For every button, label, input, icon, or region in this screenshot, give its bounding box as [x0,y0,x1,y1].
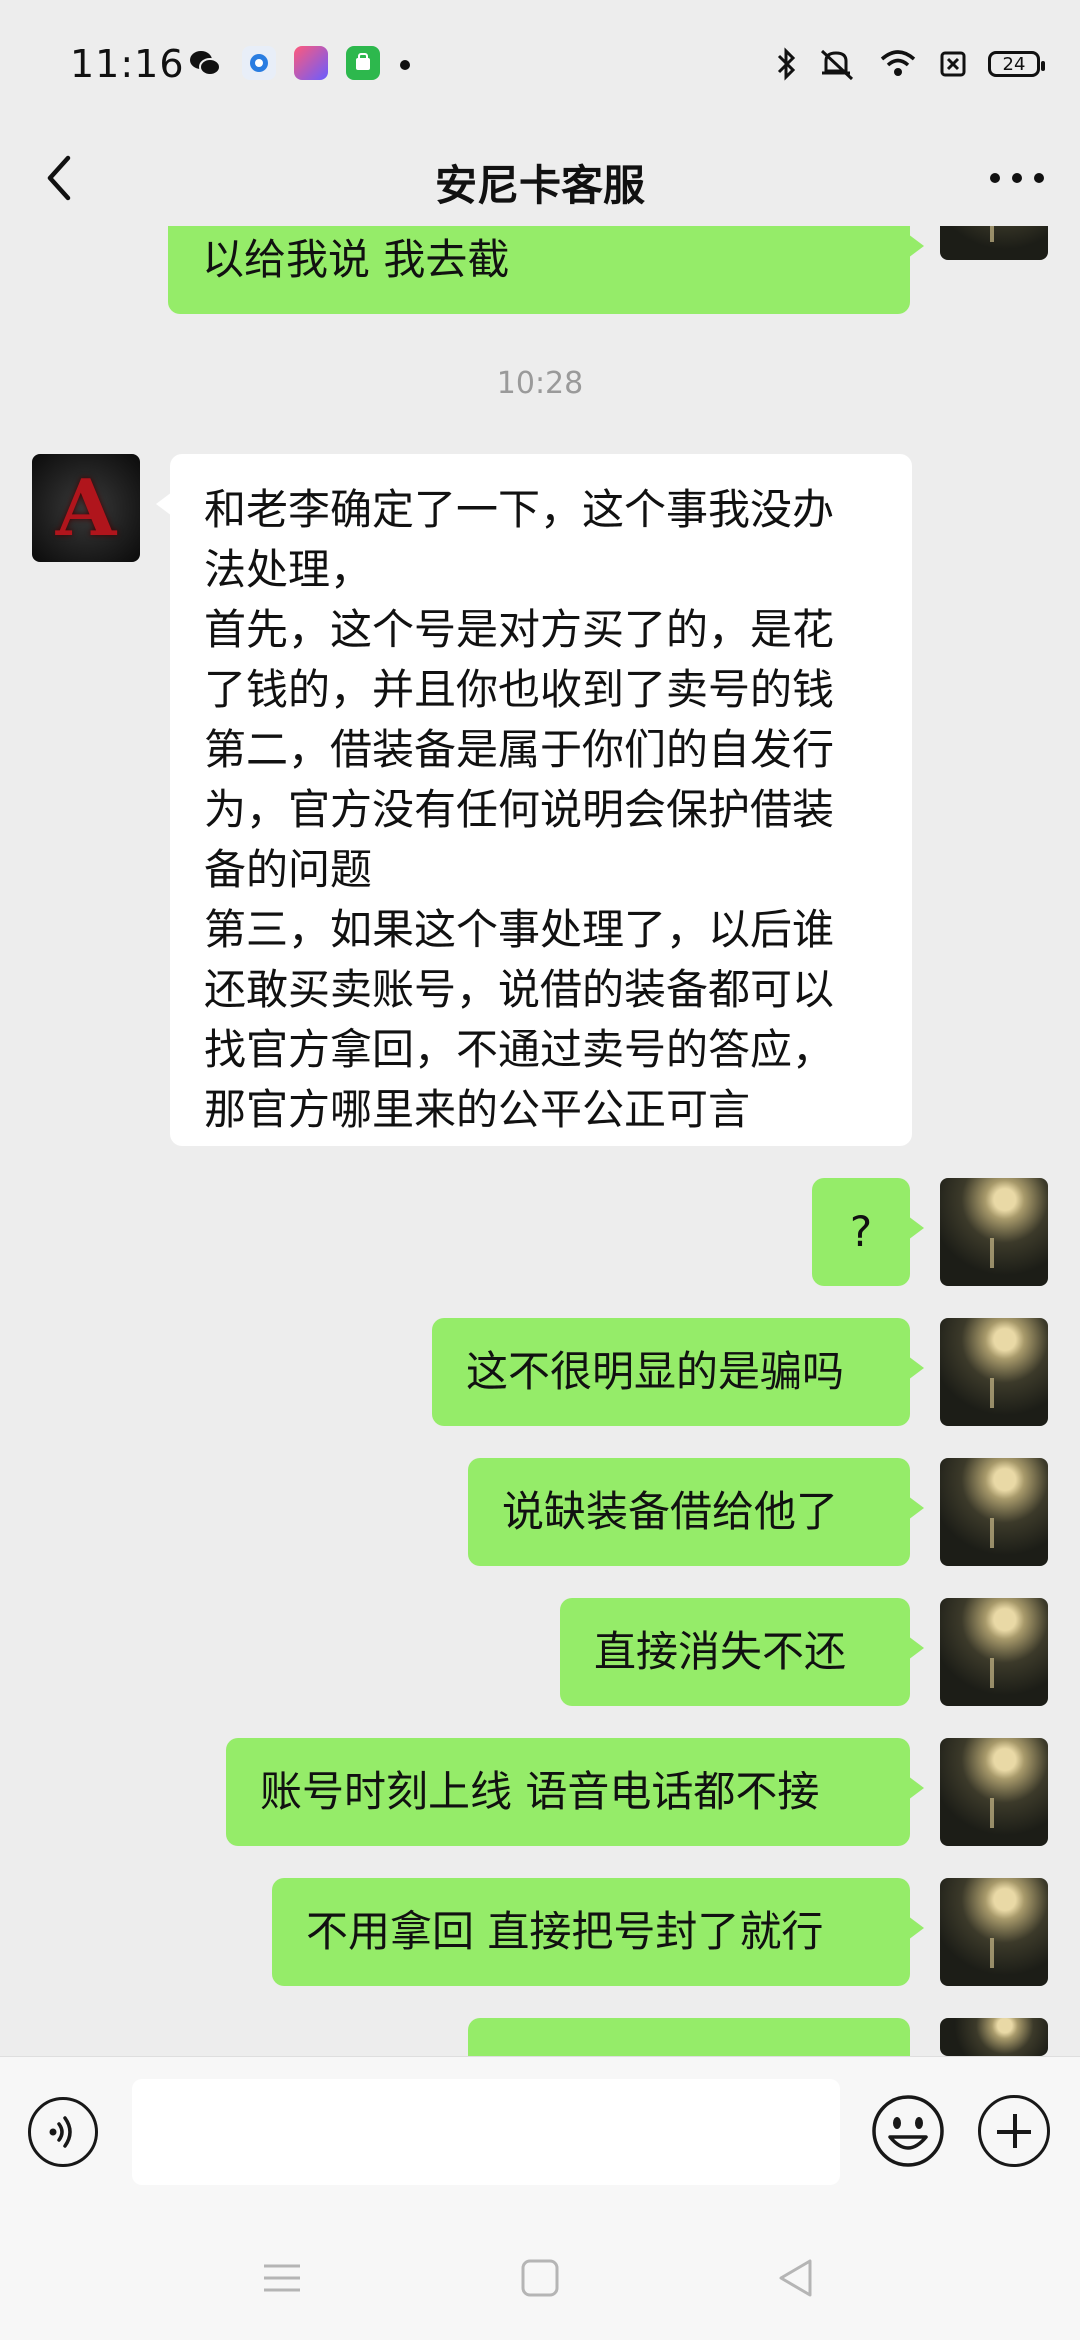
back-triangle-icon [779,2259,812,2297]
battery-icon: 24 [988,51,1045,77]
mute-icon [820,49,854,81]
app-icon [294,46,328,80]
message-text: 直接消失不还 [594,1627,847,1676]
status-time: 11:16 [70,42,185,86]
contact-avatar[interactable]: A [32,454,140,562]
message-text: 账号时刻上线 语音电话都不接 [260,1767,820,1816]
voice-icon [49,2116,72,2148]
add-button[interactable] [978,2095,1050,2167]
message-input[interactable] [132,2079,840,2185]
input-bar [0,2056,1080,2217]
status-bar: 11:16 24 [0,0,1080,130]
status-icons: 24 [776,44,1045,84]
my-avatar[interactable] [940,1878,1048,1986]
avatar-letter: A [55,462,117,554]
home-nav-button[interactable] [520,2258,560,2298]
message-line: 为，官方没有任何说明会保护借装 [204,785,835,834]
message-line: 那官方哪里来的公平公正可言 [204,1085,751,1134]
message-bubble-outgoing[interactable]: 账号时刻上线 语音电话都不接 [226,1738,924,1846]
message-line: 还敢买卖账号，说借的装备都可以 [204,965,835,1014]
my-avatar[interactable] [940,2018,1048,2056]
app-icon [346,46,380,80]
system-navigation-bar [0,2216,1080,2340]
message-line: 首先，这个号是对方买了的，是花 [204,605,835,654]
my-avatar[interactable] [940,1458,1048,1566]
wifi-icon [880,50,916,76]
message-bubble-outgoing[interactable]: 这不很明显的是骗吗 [432,1318,924,1426]
my-avatar[interactable] [940,1738,1048,1846]
emoji-button[interactable] [870,2093,946,2169]
message-line: 第二，借装备是属于你们的自发行 [204,725,835,774]
message-text: 不用拿回 直接把号封了就行 [306,1907,824,1956]
message-text: 这不很明显的是骗吗 [466,1347,845,1396]
chat-header: 安尼卡客服 [0,130,1080,226]
message-timestamp: 10:28 [496,366,584,401]
message-line: 和老李确定了一下，这个事我没办 [204,485,835,534]
page-title: 安尼卡客服 [434,161,645,210]
message-bubble-outgoing[interactable]: ? [812,1178,924,1286]
more-button[interactable] [982,146,1052,210]
message-text: 说缺装备借给他了 [502,1487,839,1536]
message-bubble-incoming[interactable]: 和老李确定了一下，这个事我没办 法处理， 首先，这个号是对方买了的，是花 了钱的… [156,454,912,1146]
back-nav-button[interactable] [776,2258,816,2298]
my-avatar[interactable] [940,1598,1048,1706]
home-square-icon [521,2259,559,2297]
wechat-icon [188,46,222,80]
message-text: ? [849,1207,873,1256]
my-avatar[interactable] [940,1318,1048,1426]
app-icon [242,46,276,80]
my-avatar[interactable] [940,1178,1048,1286]
message-line: 了钱的，并且你也收到了卖号的钱 [204,665,835,714]
emoji-icon [872,2095,944,2167]
message-text: 以给我说 我去截 [202,235,510,284]
message-line: 找官方拿回，不通过卖号的答应， [204,1025,835,1074]
sim-icon [940,51,966,77]
message-line: 第三，如果这个事处理了，以后谁 [204,905,835,954]
bluetooth-icon [777,47,796,81]
voice-button[interactable] [28,2097,98,2167]
message-bubble-outgoing[interactable]: 说缺装备借给他了 [468,1458,924,1566]
menu-nav-button[interactable] [262,2258,302,2298]
message-bubble-outgoing[interactable]: 直接消失不还 [560,1598,924,1706]
message-line: 法处理， [204,545,373,594]
notification-dot [400,60,410,70]
more-dots-icon [990,173,1044,183]
message-bubble-outgoing[interactable]: 不用拿回 直接把号封了就行 [272,1878,924,1986]
message-line: 备的问题 [204,845,373,894]
menu-icon [264,2264,300,2292]
